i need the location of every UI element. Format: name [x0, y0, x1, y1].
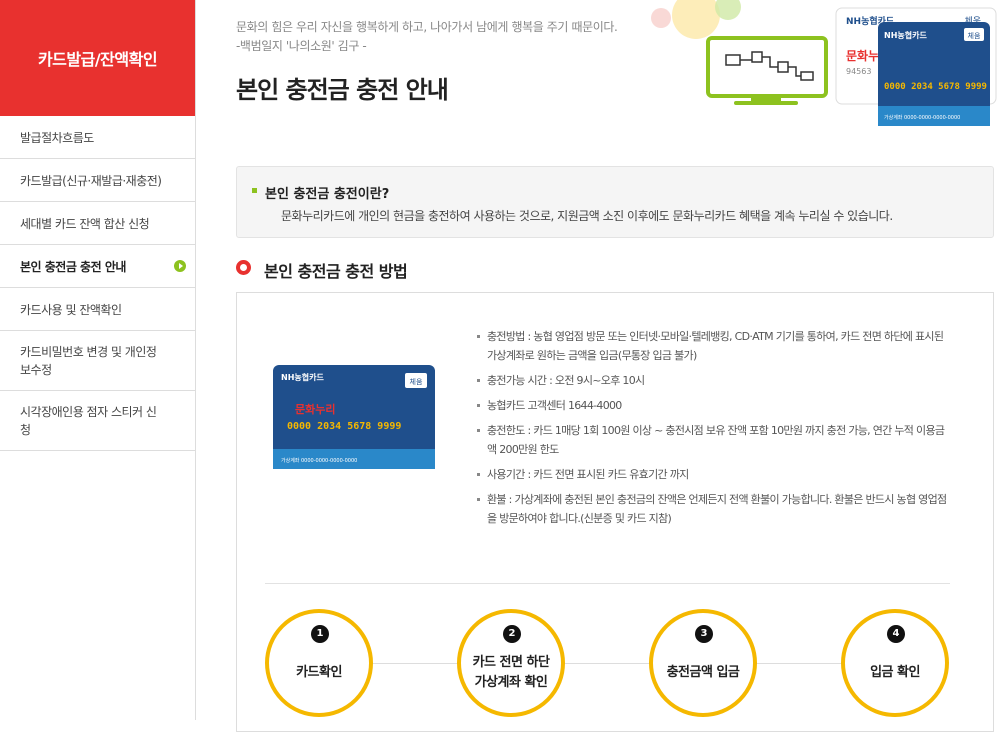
list-item: 충전가능 시간 : 오전 9시~오후 10시: [477, 371, 947, 390]
sidebar-item-self-charge[interactable]: 본인 충전금 충전 안내: [0, 245, 195, 288]
step-4: 4 입금 확인: [841, 609, 949, 717]
sidebar-item-label: 발급절차흐름도: [20, 130, 94, 145]
sidebar-item-label: 카드사용 및 잔액확인: [20, 302, 122, 317]
intro-box: 본인 충전금 충전이란? 문화누리카드에 개인의 현금을 충전하여 사용하는 것…: [236, 166, 994, 238]
divider: [265, 583, 950, 584]
step-connector: [345, 663, 905, 664]
step-2: 2 카드 전면 하단 가상계좌 확인: [457, 609, 565, 717]
sidebar-item-label: 시각장애인용 점자 스티커 신청: [20, 404, 157, 437]
sidebar-item-braille-sticker[interactable]: 시각장애인용 점자 스티커 신청: [0, 391, 195, 451]
quote-line: 문화의 힘은 우리 자신을 행복하게 하고, 나아가서 남에게 행복을 주기 때…: [236, 20, 618, 34]
card-front-image: NH농협카드 체움 0000 2034 5678 9999 가상계좌 0000-…: [878, 22, 990, 126]
charge-method-panel: NH농협카드 체움 문화누리 0000 2034 5678 9999 가상계좌 …: [236, 292, 994, 732]
card-brand: 문화누리: [295, 402, 335, 416]
card-number: 0000 2034 5678 9999: [287, 421, 401, 432]
card-image: NH농협카드 체움 문화누리 0000 2034 5678 9999 가상계좌 …: [273, 365, 435, 469]
card-chip: 체움: [410, 378, 423, 386]
page-title: 본인 충전금 충전 안내: [236, 76, 449, 104]
list-item: 농협카드 고객센터 1644-4000: [477, 396, 947, 415]
sidebar-item-label: 본인 충전금 충전 안내: [20, 259, 126, 274]
step-1: 1 카드확인: [265, 609, 373, 717]
step-number: 2: [503, 625, 521, 643]
sidebar-item-password-change[interactable]: 카드비밀번호 변경 및 개인정보수정: [0, 331, 195, 391]
intro-answer: 문화누리카드에 개인의 현금을 충전하여 사용하는 것으로, 지원금액 소진 이…: [281, 209, 893, 223]
hero-card-bank: NH농협카드: [884, 30, 927, 40]
card-bank: NH농협카드: [281, 372, 324, 382]
sidebar-item-card-issue[interactable]: 카드발급(신규·재발급·재충전): [0, 159, 195, 202]
sidebar-item-household-balance[interactable]: 세대별 카드 잔액 합산 신청: [0, 202, 195, 245]
circle-bullet-icon: [236, 260, 251, 275]
sidebar-item-label: 세대별 카드 잔액 합산 신청: [20, 216, 150, 231]
hero-card-chip: 체움: [968, 32, 981, 40]
main-content: 문화의 힘은 우리 자신을 행복하게 하고, 나아가서 남에게 행복을 주기 때…: [196, 0, 998, 732]
list-item: 환불 : 가상계좌에 충전된 본인 충전금의 잔액은 언제든지 전액 환불이 가…: [477, 490, 947, 528]
list-item: 사용기간 : 카드 전면 표시된 카드 유효기간 까지: [477, 465, 947, 484]
monitor-icon: [706, 36, 828, 105]
step-number: 4: [887, 625, 905, 643]
hero-card-number: 0000 2034 5678 9999: [884, 82, 987, 92]
step-label: 카드확인: [296, 665, 342, 680]
sidebar-title: 카드발급/잔액확인: [0, 0, 195, 116]
sidebar-item-label: 카드비밀번호 변경 및 개인정보수정: [20, 344, 157, 377]
sidebar-item-usage-balance[interactable]: 카드사용 및 잔액확인: [0, 288, 195, 331]
sidebar: 카드발급/잔액확인 발급절차흐름도 카드발급(신규·재발급·재충전) 세대별 카…: [0, 0, 196, 720]
section-title: 본인 충전금 충전 방법: [264, 262, 408, 281]
intro-question: 본인 충전금 충전이란?: [251, 183, 389, 202]
step-number: 1: [311, 625, 329, 643]
step-3: 3 충전금액 입금: [649, 609, 757, 717]
step-number: 3: [695, 625, 713, 643]
quote: 문화의 힘은 우리 자신을 행복하게 하고, 나아가서 남에게 행복을 주기 때…: [236, 18, 618, 56]
step-label: 충전금액 입금: [666, 665, 740, 680]
list-item: 충전방법 : 농협 영업점 방문 또는 인터넷·모바일·텔레뱅킹, CD·ATM…: [477, 327, 947, 365]
charge-method-list: 충전방법 : 농협 영업점 방문 또는 인터넷·모바일·텔레뱅킹, CD·ATM…: [477, 327, 947, 534]
card-sub: 가상계좌 0000-0000-0000-0000: [281, 457, 357, 464]
quote-author: -백범일지 '나의소원' 김구 -: [236, 39, 367, 53]
card-back-number: 94563: [846, 67, 871, 76]
hero-illustration: NH농협카드 체움 문화누리 94563 NH농협카드 체움 0000 2034…: [651, 0, 997, 126]
step-label: 카드 전면 하단 가상계좌 확인: [472, 655, 550, 690]
arrow-right-icon: [174, 260, 186, 272]
hero-card-sub: 가상계좌 0000-0000-0000-0000: [884, 114, 960, 121]
step-label: 입금 확인: [870, 665, 920, 680]
list-item: 충전한도 : 카드 1매당 1회 100원 이상 ~ 충전시점 보유 잔액 포함…: [477, 421, 947, 459]
sidebar-item-issue-flow[interactable]: 발급절차흐름도: [0, 116, 195, 159]
sidebar-item-label: 카드발급(신규·재발급·재충전): [20, 173, 162, 188]
